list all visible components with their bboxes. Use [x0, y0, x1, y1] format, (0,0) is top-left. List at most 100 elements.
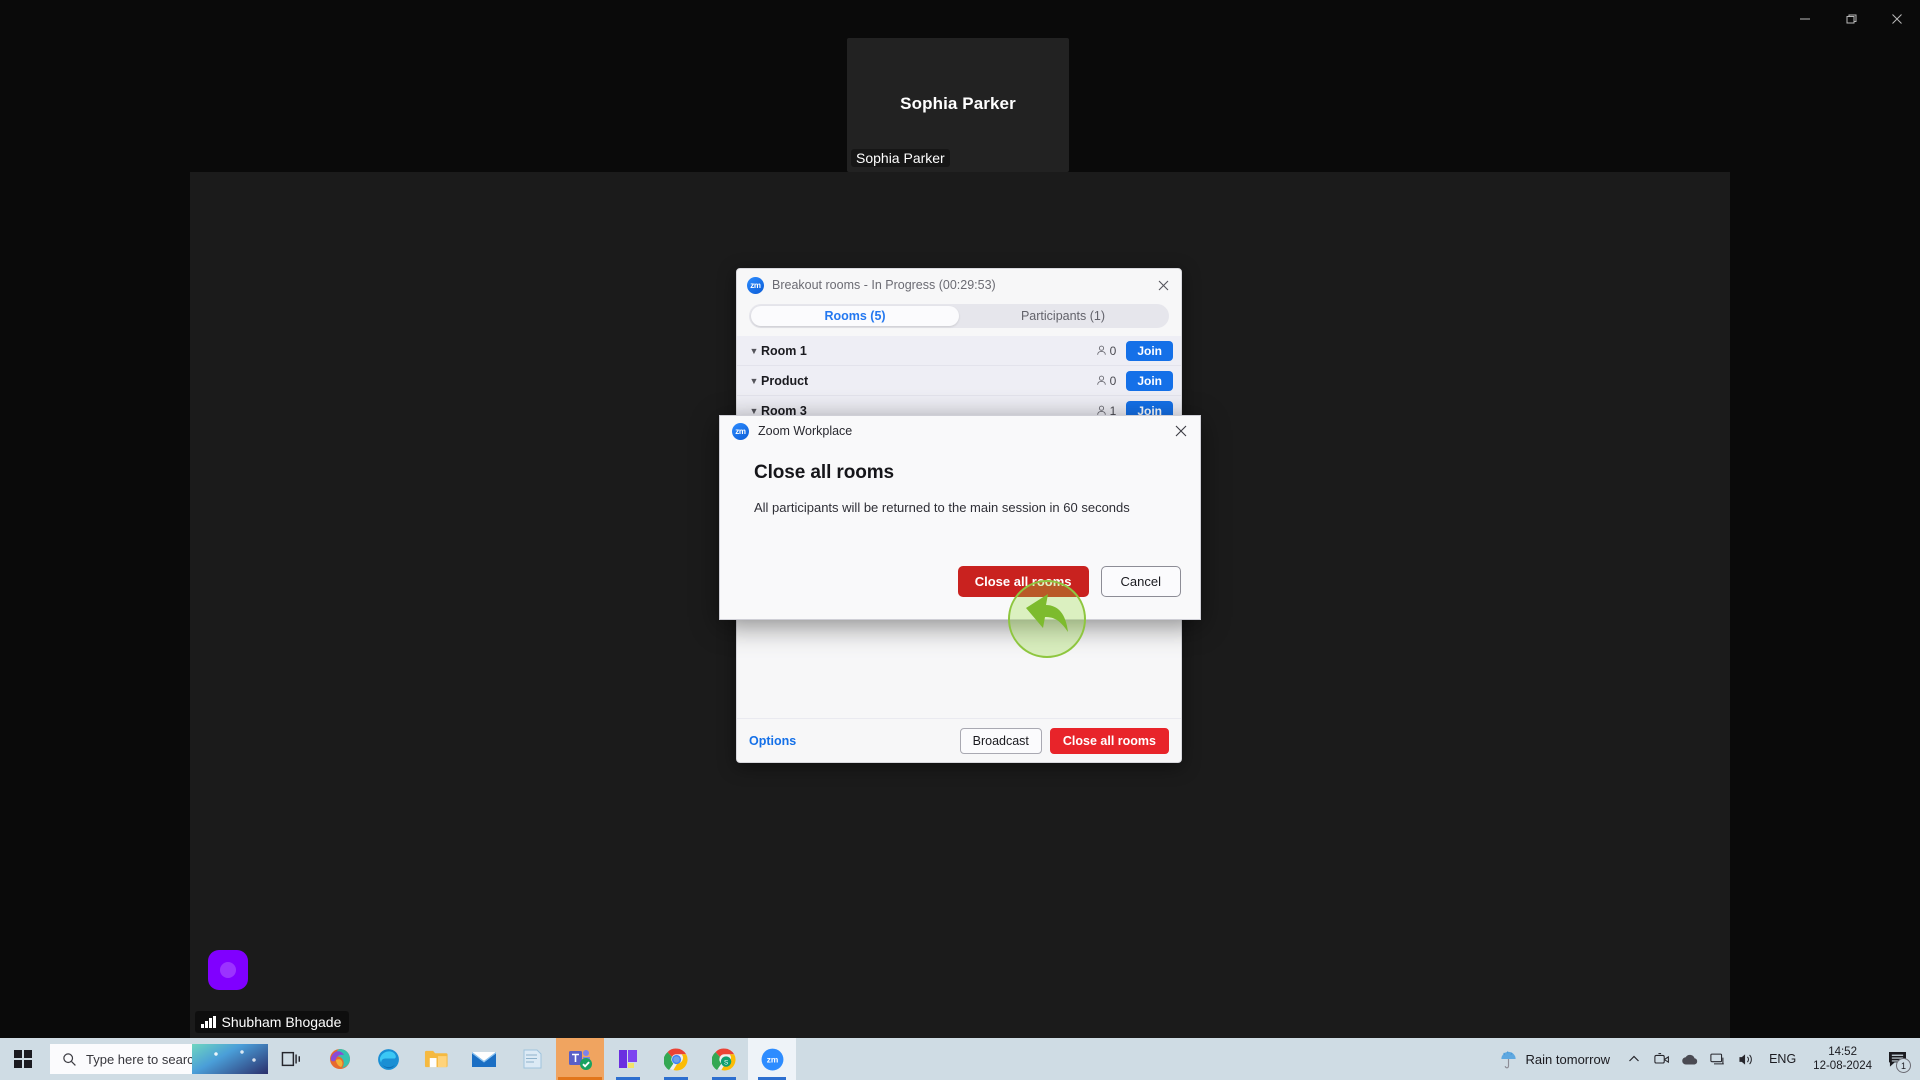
broadcast-button[interactable]: Broadcast [959, 727, 1042, 754]
system-tray: Rain tomorrow ENG 14:52 12-08-2024 1 [1485, 1038, 1920, 1080]
taskbar-zoom[interactable]: zm [748, 1038, 796, 1080]
video-tile-name-badge: Sophia Parker [851, 149, 950, 167]
minimize-button[interactable] [1782, 0, 1828, 38]
host-name-label: Shubham Bhogade [195, 1011, 350, 1033]
svg-text:zm: zm [766, 1054, 778, 1064]
room-count-value: 0 [1109, 373, 1117, 388]
show-hidden-icons-button[interactable] [1620, 1038, 1648, 1080]
chrome-icon: S [711, 1048, 736, 1071]
taskbar-notepad[interactable] [508, 1038, 556, 1080]
taskbar-mail[interactable] [460, 1038, 508, 1080]
taskbar-chrome-1[interactable] [652, 1038, 700, 1080]
room-count-value: 0 [1109, 343, 1117, 358]
start-button[interactable] [0, 1038, 46, 1080]
close-all-rooms-dialog: zm Zoom Workplace Close all rooms All pa… [719, 415, 1201, 620]
network-signal-icon [201, 1016, 216, 1028]
restore-button[interactable] [1828, 0, 1874, 38]
taskbar-purple-app[interactable] [604, 1038, 652, 1080]
tab-rooms[interactable]: Rooms (5) [751, 306, 959, 326]
close-button[interactable] [1874, 0, 1920, 38]
copilot-icon [330, 1049, 350, 1069]
camera-icon [1654, 1053, 1670, 1064]
window-controls [1782, 0, 1920, 38]
table-row[interactable]: ▼ Product 0 Join [737, 366, 1181, 396]
volume-tray-icon[interactable] [1732, 1038, 1760, 1080]
clock-date: 12-08-2024 [1813, 1060, 1872, 1072]
join-button[interactable]: Join [1126, 340, 1173, 361]
search-icon [63, 1052, 76, 1066]
video-tile-sophia-parker[interactable]: Sophia Parker Sophia Parker [847, 38, 1069, 172]
speaker-icon [1739, 1053, 1752, 1065]
dialog-message: All participants will be returned to the… [754, 500, 1130, 515]
breakout-title: Breakout rooms - In Progress (00:29:53) [772, 278, 996, 292]
purple-widget-dot [220, 962, 236, 978]
mail-icon [472, 1052, 496, 1067]
table-row[interactable]: ▼ Room 1 0 Join [737, 336, 1181, 366]
person-icon [1096, 375, 1106, 385]
folder-icon [424, 1050, 448, 1068]
dialog-app-title: Zoom Workplace [758, 424, 853, 438]
taskbar-file-explorer[interactable] [412, 1038, 460, 1080]
search-input[interactable]: Type here to search [50, 1044, 268, 1074]
windows-logo-icon [14, 1050, 32, 1068]
windows-taskbar: Type here to search S zm Rain tomorrow E… [0, 1038, 1920, 1080]
zoom-app-window: Sophia Parker Sophia Parker Shubham Bhog… [0, 0, 1920, 1080]
dialog-heading: Close all rooms [754, 462, 894, 483]
chevron-down-icon[interactable]: ▼ [747, 376, 761, 386]
weather-text: Rain tomorrow [1525, 1051, 1611, 1067]
edge-icon [377, 1048, 399, 1070]
purple-app-widget-icon[interactable] [208, 950, 248, 990]
dialog-body: Close all rooms All participants will be… [720, 446, 1200, 566]
task-view-icon [281, 1051, 300, 1067]
onedrive-tray-icon[interactable] [1676, 1038, 1704, 1080]
purple-app-icon [619, 1050, 637, 1068]
chevron-up-icon [1629, 1055, 1640, 1062]
notepad-icon [523, 1049, 542, 1069]
host-name-text: Shubham Bhogade [221, 1014, 342, 1030]
zoom-logo-icon: zm [732, 422, 749, 440]
dialog-confirm-close-all-rooms-button[interactable]: Close all rooms [957, 566, 1089, 597]
chevron-down-icon[interactable]: ▼ [747, 406, 761, 416]
chrome-icon [663, 1048, 688, 1071]
options-link[interactable]: Options [749, 734, 952, 748]
room-participant-count: 0 [1096, 373, 1117, 388]
join-button[interactable]: Join [1126, 370, 1173, 391]
task-view-button[interactable] [268, 1038, 316, 1080]
network-icon [1710, 1053, 1724, 1065]
teams-icon [569, 1050, 592, 1070]
room-name: Room 1 [761, 343, 807, 358]
breakout-footer: Options Broadcast Close all rooms [737, 718, 1181, 762]
weather-widget[interactable]: Rain tomorrow [1485, 1050, 1621, 1069]
notification-center-button[interactable]: 1 [1880, 1038, 1914, 1080]
language-indicator[interactable]: ENG [1760, 1052, 1805, 1066]
person-icon [1096, 345, 1106, 355]
room-participant-count: 0 [1096, 343, 1117, 358]
tab-participants[interactable]: Participants (1) [959, 306, 1167, 326]
breakout-titlebar: zm Breakout rooms - In Progress (00:29:5… [737, 269, 1181, 301]
zoom-logo-icon: zm [747, 276, 764, 294]
notification-badge: 1 [1896, 1058, 1911, 1073]
dialog-cancel-button[interactable]: Cancel [1100, 566, 1181, 597]
video-tile-display-name: Sophia Parker [900, 94, 1016, 113]
taskbar-edge[interactable] [364, 1038, 412, 1080]
taskbar-microsoft-teams[interactable] [556, 1038, 604, 1080]
dialog-close-icon[interactable] [1168, 418, 1194, 444]
breakout-tabs: Rooms (5) Participants (1) [749, 304, 1169, 328]
clock-time: 14:52 [1828, 1046, 1857, 1058]
zoom-icon: zm [761, 1048, 783, 1070]
dialog-actions: Close all rooms Cancel [720, 566, 1200, 619]
network-tray-icon[interactable] [1704, 1038, 1732, 1080]
taskbar-copilot[interactable] [316, 1038, 364, 1080]
chevron-down-icon[interactable]: ▼ [747, 346, 761, 356]
camera-tray-icon[interactable] [1648, 1038, 1676, 1080]
dialog-titlebar: zm Zoom Workplace [720, 416, 1200, 446]
room-name: Product [761, 373, 809, 388]
close-all-rooms-button[interactable]: Close all rooms [1049, 727, 1169, 754]
rain-icon [1500, 1050, 1516, 1068]
svg-text:S: S [723, 1059, 727, 1066]
search-decor-image [192, 1044, 268, 1074]
taskbar-chrome-2[interactable]: S [700, 1038, 748, 1080]
breakout-close-icon[interactable] [1151, 273, 1175, 297]
cloud-icon [1682, 1054, 1698, 1064]
clock[interactable]: 14:52 12-08-2024 [1805, 1045, 1880, 1073]
